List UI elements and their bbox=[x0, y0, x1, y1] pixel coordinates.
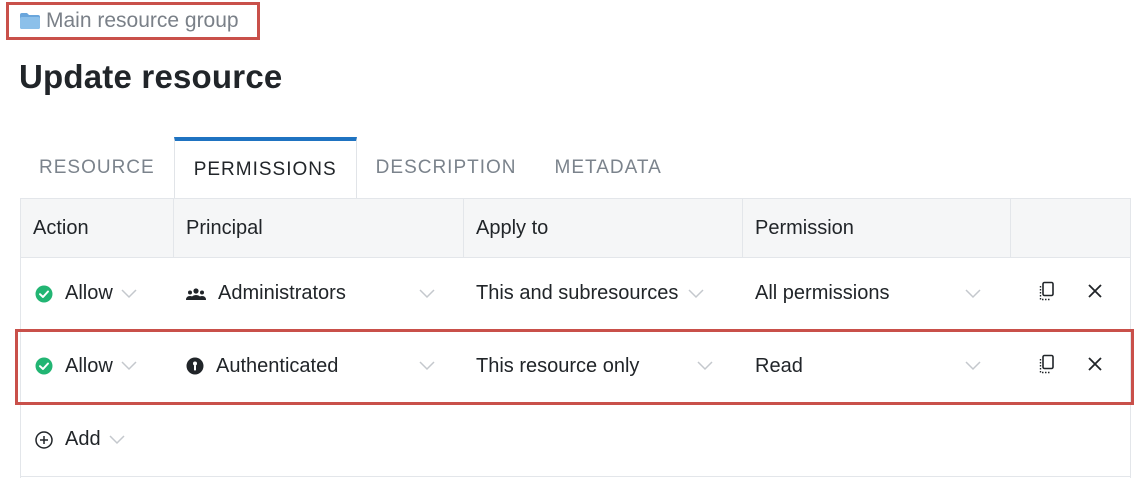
permission-value: All permissions bbox=[755, 282, 890, 304]
chevron-down-icon bbox=[121, 361, 137, 371]
group-icon bbox=[186, 287, 206, 301]
tab-permissions[interactable]: PERMISSIONS bbox=[173, 137, 357, 199]
chevron-down-icon[interactable] bbox=[965, 330, 981, 402]
tab-resource[interactable]: RESOURCE bbox=[20, 137, 174, 199]
apply-to-select[interactable]: This and subresources bbox=[476, 258, 704, 329]
principal-select[interactable]: Authenticated bbox=[186, 330, 436, 402]
action-value: Allow bbox=[65, 282, 113, 304]
chevron-down-icon[interactable] bbox=[697, 330, 713, 402]
check-circle-icon bbox=[35, 285, 53, 303]
copy-button[interactable] bbox=[1039, 258, 1055, 329]
tab-bar: RESOURCE PERMISSIONS DESCRIPTION METADAT… bbox=[20, 137, 681, 199]
header-permission: Permission bbox=[742, 199, 1010, 257]
principal-value: Authenticated bbox=[216, 354, 339, 377]
breadcrumb-label[interactable]: Main resource group bbox=[46, 9, 239, 33]
copy-icon bbox=[1039, 281, 1055, 306]
apply-to-select[interactable]: This resource only bbox=[476, 330, 639, 402]
breadcrumb[interactable]: Main resource group bbox=[6, 2, 260, 40]
principal-value: Administrators bbox=[218, 282, 346, 304]
apply-to-value: This and subresources bbox=[476, 282, 679, 304]
plus-circle-icon bbox=[35, 430, 53, 449]
copy-button[interactable] bbox=[1039, 330, 1055, 402]
page-title: Update resource bbox=[19, 58, 283, 95]
close-icon bbox=[1088, 356, 1102, 376]
chevron-down-icon bbox=[109, 434, 125, 445]
add-label: Add bbox=[65, 428, 101, 450]
header-action: Action bbox=[33, 216, 89, 239]
action-value: Allow bbox=[65, 354, 113, 377]
chevron-down-icon[interactable] bbox=[965, 258, 981, 329]
add-row: Add bbox=[21, 403, 1130, 477]
remove-button[interactable] bbox=[1088, 330, 1102, 402]
table-header: Action Principal Apply to Permission bbox=[21, 199, 1130, 258]
chevron-down-icon bbox=[121, 288, 137, 299]
chevron-down-icon bbox=[688, 288, 704, 299]
remove-button[interactable] bbox=[1088, 258, 1102, 329]
authenticated-icon bbox=[186, 357, 204, 375]
principal-select[interactable]: Administrators bbox=[186, 258, 436, 329]
header-actions bbox=[1010, 199, 1132, 257]
copy-icon bbox=[1039, 354, 1055, 379]
permissions-table: Action Principal Apply to Permission All… bbox=[20, 198, 1131, 478]
chevron-down-icon[interactable] bbox=[419, 330, 435, 402]
action-select[interactable]: Allow bbox=[35, 330, 137, 402]
permission-select[interactable]: Read bbox=[755, 330, 803, 402]
table-row: Allow Authenticated This resource only R… bbox=[21, 330, 1130, 403]
apply-to-value: This resource only bbox=[476, 354, 640, 377]
check-circle-icon bbox=[35, 357, 53, 375]
folder-icon bbox=[19, 12, 41, 30]
table-row: Allow Administrators This and subresourc… bbox=[21, 258, 1130, 330]
close-icon bbox=[1088, 284, 1102, 303]
permission-select[interactable]: All permissions bbox=[755, 258, 889, 329]
header-apply-to: Apply to bbox=[463, 199, 742, 257]
add-button[interactable]: Add bbox=[35, 403, 125, 476]
chevron-down-icon[interactable] bbox=[419, 258, 435, 329]
permission-value: Read bbox=[755, 354, 803, 377]
action-select[interactable]: Allow bbox=[35, 258, 137, 329]
tab-metadata[interactable]: METADATA bbox=[536, 137, 681, 199]
header-principal: Principal bbox=[173, 199, 463, 257]
tab-description[interactable]: DESCRIPTION bbox=[357, 137, 536, 199]
